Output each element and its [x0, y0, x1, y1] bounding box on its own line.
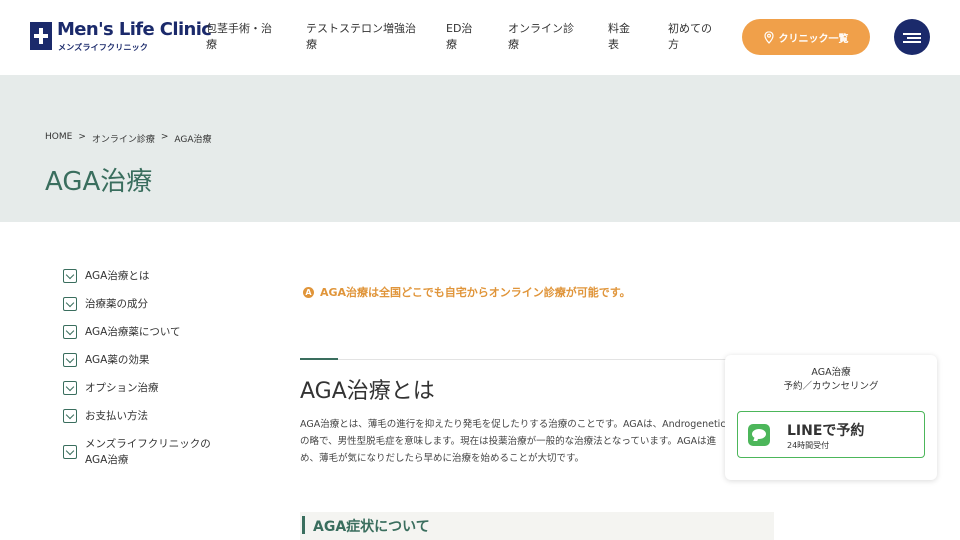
logo-subtitle: メンズライフクリニック: [58, 43, 149, 52]
page-title: AGA治療: [45, 167, 153, 197]
card-title-line2: 予約／カウンセリング: [783, 381, 879, 392]
nav-label-line1: ED治: [446, 22, 473, 35]
body-line: AGA治療とは、薄毛の進行を抑えたり発毛を促したりする治療のことです。AGAは、…: [300, 419, 726, 430]
info-icon: A: [303, 286, 314, 298]
toc-label-line1: メンズライフクリニックの: [85, 438, 211, 450]
page-hero: HOME > オンライン診療 > AGA治療 AGA治療: [0, 75, 960, 222]
toc-label: AGA治療薬について: [85, 326, 181, 338]
clinic-list-button[interactable]: クリニック一覧: [742, 19, 870, 55]
nav-item-online[interactable]: オンライン診 療: [508, 21, 574, 53]
chevron-down-icon: [63, 325, 77, 339]
toc-label: AGA薬の効果: [85, 354, 150, 366]
section-title: AGA治療とは: [300, 379, 435, 404]
toc-label: AGA治療とは: [85, 270, 150, 282]
nav-label-line1: オンライン診: [508, 22, 574, 35]
nav-label-line2: 表: [608, 38, 619, 51]
toc-item-payment[interactable]: お支払い方法: [63, 408, 148, 424]
chevron-down-icon: [63, 353, 77, 367]
nav-label-line1: 包茎手術・治: [206, 22, 272, 35]
nav-label-line2: 方: [668, 38, 679, 51]
nav-item-testosterone[interactable]: テストステロン増強治 療: [306, 21, 416, 53]
line-app-icon: [748, 424, 770, 446]
cross-logo-icon: [30, 22, 52, 50]
site-logo[interactable]: Men's Life Clinic メンズライフクリニック: [30, 19, 212, 56]
nav-item-price[interactable]: 料金 表: [608, 21, 630, 53]
logo-title: Men's Life Clinic: [57, 19, 212, 40]
sub-heading-label: AGA症状について: [313, 519, 430, 535]
body-line: の略で、男性型脱毛症を意味します。現在は投薬治療が一般的な治療法となっています。…: [300, 436, 717, 447]
line-reserve-button[interactable]: LINEで予約 24時間受付: [737, 411, 925, 458]
section-divider-accent: [300, 358, 338, 360]
toc-item-ingredients[interactable]: 治療薬の成分: [63, 296, 148, 312]
hamburger-icon[interactable]: [894, 19, 930, 55]
breadcrumb-separator: >: [160, 132, 169, 142]
reservation-card-title: AGA治療 予約／カウンセリング: [725, 366, 937, 394]
section-body: AGA治療とは、薄毛の進行を抑えたり発毛を促したりする治療のことです。AGAは、…: [300, 416, 760, 467]
toc-label: オプション治療: [85, 382, 159, 394]
chevron-down-icon: [63, 381, 77, 395]
nav-item-first-visit[interactable]: 初めての 方: [668, 21, 712, 53]
toc-label: 治療薬の成分: [85, 298, 148, 310]
breadcrumb-current: AGA治療: [174, 135, 212, 145]
nav-label-line2: 療: [508, 38, 519, 51]
sub-heading-symptoms: AGA症状について: [300, 512, 774, 540]
toc-label: お支払い方法: [85, 410, 148, 422]
notice-text: AGA治療は全国どこでも自宅からオンライン診療が可能です。: [320, 286, 631, 299]
toc-item-medicine[interactable]: AGA治療薬について: [63, 324, 181, 340]
card-title-line1: AGA治療: [811, 367, 851, 378]
map-pin-icon: [763, 30, 774, 44]
line-reserve-label: LINEで予約: [787, 423, 865, 439]
online-notice: A AGA治療は全国どこでも自宅からオンライン診療が可能です。: [303, 284, 631, 300]
nav-label-line1: テストステロン増強治: [306, 22, 416, 35]
chevron-down-icon: [63, 269, 77, 283]
toc-label-line2: AGA治療: [85, 454, 129, 466]
breadcrumb-home[interactable]: HOME: [45, 132, 72, 145]
body-line: め、薄毛が気になりだしたら早めに治療を始めることが大切です。: [300, 453, 585, 464]
clinic-list-label: クリニック一覧: [778, 33, 849, 45]
nav-label-line2: 療: [446, 38, 457, 51]
toc-label: メンズライフクリニックの AGA治療: [85, 436, 211, 468]
breadcrumb-online[interactable]: オンライン診療: [92, 132, 155, 145]
line-reserve-sub: 24時間受付: [787, 441, 830, 450]
nav-label-line2: 療: [206, 38, 217, 51]
nav-label-line1: 初めての: [668, 22, 712, 35]
reservation-card: AGA治療 予約／カウンセリング LINEで予約 24時間受付: [725, 355, 937, 480]
nav-label-line1: 料金: [608, 22, 630, 35]
nav-item-ed[interactable]: ED治 療: [446, 21, 472, 53]
breadcrumb: HOME > オンライン診療 > AGA治療: [45, 132, 212, 145]
chevron-down-icon: [63, 297, 77, 311]
toc-item-effects[interactable]: AGA薬の効果: [63, 352, 149, 368]
breadcrumb-separator: >: [78, 132, 86, 142]
toc-item-options[interactable]: オプション治療: [63, 380, 159, 396]
toc-item-about[interactable]: AGA治療とは: [63, 268, 149, 284]
site-header: Men's Life Clinic メンズライフクリニック 包茎手術・治 療 テ…: [0, 0, 960, 75]
nav-label-line2: 療: [306, 38, 317, 51]
chevron-down-icon: [63, 409, 77, 423]
section-divider: [338, 359, 774, 360]
chevron-down-icon: [63, 445, 77, 459]
nav-item-phimosis[interactable]: 包茎手術・治 療: [206, 21, 272, 53]
toc-item-clinic-aga[interactable]: メンズライフクリニックの AGA治療: [63, 436, 211, 468]
